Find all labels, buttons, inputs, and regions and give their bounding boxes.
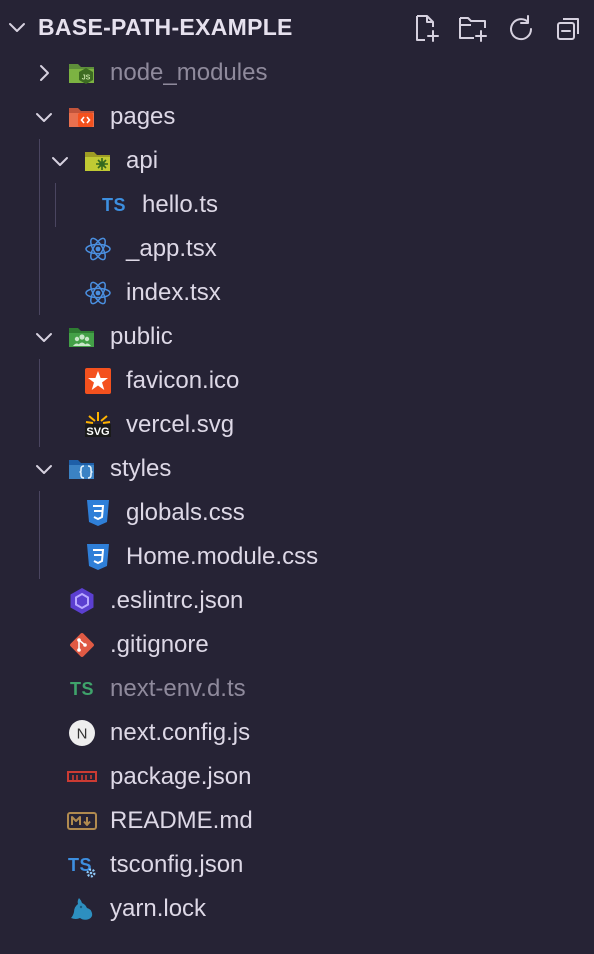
favicon-icon xyxy=(83,367,113,395)
new-file-icon xyxy=(416,15,439,42)
tree-item-yarn-lock[interactable]: yarn.lock xyxy=(0,887,594,931)
tree-item-label: Home.module.css xyxy=(126,543,319,570)
tree-item-label: pages xyxy=(110,103,176,130)
nextjs-icon: N xyxy=(67,719,97,747)
tree-item-label: package.json xyxy=(110,763,252,790)
tree-item-label: next.config.js xyxy=(110,719,251,746)
chevron-down-icon xyxy=(52,157,68,166)
tree-item-label: vercel.svg xyxy=(126,411,235,438)
styles-folder-icon xyxy=(67,455,97,483)
markdown-icon xyxy=(67,807,97,835)
tree-item-hello-ts[interactable]: TS hello.ts xyxy=(0,183,594,227)
svg-text:JS: JS xyxy=(82,75,91,82)
explorer-header: BASE-PATH-EXAMPLE xyxy=(0,0,594,56)
tree-item-label: api xyxy=(126,147,159,174)
refresh-icon xyxy=(510,15,533,41)
tree-item-label: _app.tsx xyxy=(126,235,217,262)
tree-item-index-tsx[interactable]: index.tsx xyxy=(0,271,594,315)
chevron-down-icon[interactable] xyxy=(6,16,28,38)
tree-item-app-tsx[interactable]: _app.tsx xyxy=(0,227,594,271)
public-folder-icon xyxy=(67,323,97,351)
css-icon xyxy=(83,499,113,527)
git-icon xyxy=(67,631,97,659)
react-icon xyxy=(83,235,113,263)
tree-item-home-module-css[interactable]: Home.module.css xyxy=(0,535,594,579)
svg-text:SVG: SVG xyxy=(86,426,109,438)
tree-item-tsconfig-json[interactable]: TS tsconfig.json xyxy=(0,843,594,887)
new-folder-button[interactable] xyxy=(457,12,489,44)
tree-item-label: styles xyxy=(110,455,172,482)
explorer-title: BASE-PATH-EXAMPLE xyxy=(38,14,293,40)
css-icon xyxy=(83,543,113,571)
tree-item-vercel-svg[interactable]: SVG vercel.svg xyxy=(0,403,594,447)
tree-item-label: node_modules xyxy=(110,59,268,86)
chevron-down-icon xyxy=(36,465,52,474)
new-file-button[interactable] xyxy=(410,12,442,44)
tree-item-styles[interactable]: styles xyxy=(0,447,594,491)
chevron-down-icon xyxy=(36,113,52,122)
tree-item-public[interactable]: public xyxy=(0,315,594,359)
tree-item-eslintrc-json[interactable]: .eslintrc.json xyxy=(0,579,594,623)
refresh-button[interactable] xyxy=(505,12,537,44)
tree-item-package-json[interactable]: package.json xyxy=(0,755,594,799)
pages-folder-icon xyxy=(67,103,97,131)
tree-item-label: globals.css xyxy=(126,499,245,526)
tsconfig-icon: TS xyxy=(67,851,97,879)
npm-icon xyxy=(67,763,97,791)
tree-item-label: README.md xyxy=(110,807,253,834)
react-icon xyxy=(83,279,113,307)
tree-item-label: hello.ts xyxy=(142,191,219,218)
yarn-icon xyxy=(67,895,97,923)
api-folder-icon xyxy=(83,147,113,175)
tree-item-gitignore[interactable]: .gitignore xyxy=(0,623,594,667)
tree-item-label: yarn.lock xyxy=(110,895,207,922)
new-folder-icon xyxy=(459,17,487,42)
typescript-def-icon: TS xyxy=(69,678,94,699)
svg-icon: SVG xyxy=(83,411,113,439)
tree-item-next-env-d-ts[interactable]: TS next-env.d.ts xyxy=(0,667,594,711)
tree-item-label: index.tsx xyxy=(126,279,221,306)
tree-item-label: next-env.d.ts xyxy=(110,675,246,702)
chevron-down-icon xyxy=(36,333,52,342)
chevron-right-icon xyxy=(40,65,49,81)
tree-item-label: .eslintrc.json xyxy=(110,587,244,614)
tree-item-label: public xyxy=(110,323,173,350)
collapse-all-button[interactable] xyxy=(553,12,585,44)
typescript-icon: TS xyxy=(101,194,126,215)
svg-text:N: N xyxy=(77,726,88,743)
tree-item-next-config-js[interactable]: N next.config.js xyxy=(0,711,594,755)
tree-item-readme-md[interactable]: README.md xyxy=(0,799,594,843)
file-tree: JS node_modules pages api TS hello.ts _a… xyxy=(0,51,594,931)
tree-item-label: tsconfig.json xyxy=(110,851,244,878)
tree-item-node-modules[interactable]: JS node_modules xyxy=(0,51,594,95)
collapse-all-icon xyxy=(557,18,579,40)
tree-item-api[interactable]: api xyxy=(0,139,594,183)
tree-item-globals-css[interactable]: globals.css xyxy=(0,491,594,535)
tree-item-label: favicon.ico xyxy=(126,367,240,394)
eslint-icon xyxy=(67,587,97,615)
tree-item-pages[interactable]: pages xyxy=(0,95,594,139)
tree-item-label: .gitignore xyxy=(110,631,209,658)
nodejs-folder-icon: JS xyxy=(67,59,97,87)
tree-item-favicon-ico[interactable]: favicon.ico xyxy=(0,359,594,403)
